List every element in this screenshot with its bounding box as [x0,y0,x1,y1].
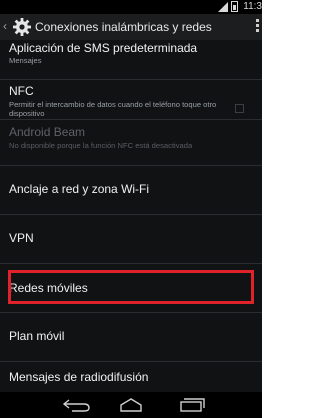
item-title: Plan móvil [9,329,65,343]
item-title: Android Beam [9,125,86,139]
item-title: Mensajes de radiodifusión [9,370,149,384]
navigation-bar [0,392,262,418]
item-title: Aplicación de SMS predeterminada [9,41,198,55]
status-time: 11:3 [243,1,262,12]
item-subtitle: No disponible porque la función NFC está… [9,141,193,150]
list-item-cell-broadcasts[interactable]: Mensajes de radiodifusión [0,362,262,392]
nfc-checkbox[interactable] [235,104,244,113]
item-subtitle: Mensajes [9,56,42,65]
settings-gear-icon[interactable] [12,17,32,37]
list-item-vpn[interactable]: VPN [0,215,262,264]
page-title: Conexiones inalámbricas y redes [35,20,212,34]
highlight-frame [8,270,254,304]
back-caret-icon[interactable]: ‹ [3,19,7,33]
list-item-nfc[interactable]: NFC Permitir el intercambio de datos cua… [0,80,262,120]
item-title: VPN [9,231,34,245]
list-item-default-sms-app[interactable]: Aplicación de SMS predeterminada Mensaje… [0,40,262,80]
back-arrow-icon[interactable] [62,398,92,412]
list-item-tethering-hotspot[interactable]: Anclaje a red y zona Wi-Fi [0,166,262,215]
home-icon[interactable] [118,398,144,412]
item-title: NFC [9,84,34,98]
list-item-mobile-plan[interactable]: Plan móvil [0,313,262,362]
action-bar: ‹ Conexiones inalámbricas y redes [0,14,262,40]
status-bar: 11:3 [0,0,262,14]
battery-icon [231,1,238,12]
list-item-android-beam: Android Beam No disponible porque la fun… [0,120,262,166]
overflow-menu-icon[interactable] [256,19,260,35]
item-title: Anclaje a red y zona Wi-Fi [9,182,150,196]
phone-screen: 11:3 ‹ Conexiones inalámbricas y redes A… [0,0,262,418]
item-subtitle: Permitir el intercambio de datos cuando … [9,100,217,118]
recent-apps-icon[interactable] [178,398,206,412]
signal-icon [218,2,228,12]
